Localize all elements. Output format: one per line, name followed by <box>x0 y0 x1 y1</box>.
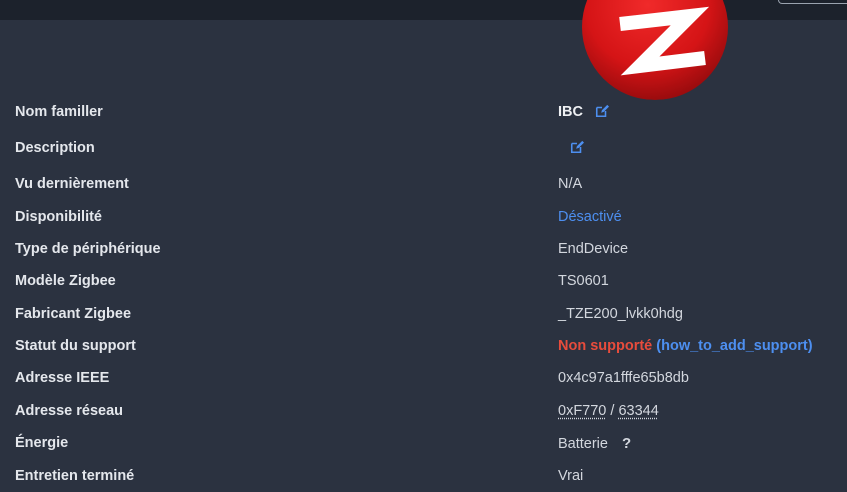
zigbee-model-value: TS0601 <box>558 273 609 289</box>
row-label: Type de périphérique <box>15 241 161 257</box>
zigbee-logo-icon <box>580 0 730 100</box>
row-fabricant-zigbee: Fabricant Zigbee _TZE200_lvkk0hdg <box>0 298 847 330</box>
row-label: Fabricant Zigbee <box>15 306 131 322</box>
how-to-add-support-link[interactable]: (how_to_add_support) <box>656 338 812 354</box>
row-label: Nom familler <box>15 104 103 120</box>
row-label: Énergie <box>15 435 68 451</box>
row-value: Non supporté (how_to_add_support) <box>558 338 813 354</box>
row-label: Entretien terminé <box>15 468 134 484</box>
question-mark-icon[interactable]: ? <box>622 435 631 452</box>
row-label: Vu dernièrement <box>15 176 129 192</box>
row-vu-dernierement: Vu dernièrement N/A <box>0 168 847 200</box>
row-value: IBC <box>558 104 609 120</box>
row-energie: Énergie Batterie ? <box>0 427 847 459</box>
network-address-dec: 63344 <box>618 403 658 419</box>
edit-icon[interactable] <box>595 104 609 118</box>
support-status-badge: Non supporté <box>558 338 652 354</box>
row-value <box>562 140 584 156</box>
edit-icon[interactable] <box>570 140 584 154</box>
row-modele-zigbee: Modèle Zigbee TS0601 <box>0 265 847 297</box>
row-label: Description <box>15 140 95 156</box>
row-nom-familier: Nom familler IBC <box>0 96 847 128</box>
device-type-value: EndDevice <box>558 241 628 257</box>
ieee-address-value: 0x4c97a1fffe65b8db <box>558 370 689 386</box>
power-source-value: Batterie <box>558 436 608 452</box>
availability-link[interactable]: Désactivé <box>558 209 622 225</box>
row-type-peripherique: Type de périphérique EndDevice <box>0 233 847 265</box>
row-adresse-reseau: Adresse réseau 0xF770 / 63344 <box>0 395 847 427</box>
row-label: Disponibilité <box>15 209 102 225</box>
network-address-separator: / <box>606 403 618 419</box>
row-label: Adresse IEEE <box>15 370 109 386</box>
row-label: Adresse réseau <box>15 403 123 419</box>
last-seen-value: N/A <box>558 176 582 192</box>
row-label: Statut du support <box>15 338 136 354</box>
friendly-name-value: IBC <box>558 104 583 120</box>
top-bar-control[interactable] <box>778 0 847 4</box>
interview-completed-value: Vrai <box>558 468 583 484</box>
row-description: Description <box>0 132 847 164</box>
row-entretien-termine: Entretien terminé Vrai <box>0 460 847 492</box>
row-disponibilite: Disponibilité Désactivé <box>0 201 847 233</box>
row-statut-support: Statut du support Non supporté (how_to_a… <box>0 330 847 362</box>
row-label: Modèle Zigbee <box>15 273 116 289</box>
row-value: 0xF770 / 63344 <box>558 403 659 419</box>
row-value: Batterie ? <box>558 435 631 452</box>
row-adresse-ieee: Adresse IEEE 0x4c97a1fffe65b8db <box>0 362 847 394</box>
network-address-hex: 0xF770 <box>558 403 606 419</box>
zigbee-manufacturer-value: _TZE200_lvkk0hdg <box>558 306 683 322</box>
